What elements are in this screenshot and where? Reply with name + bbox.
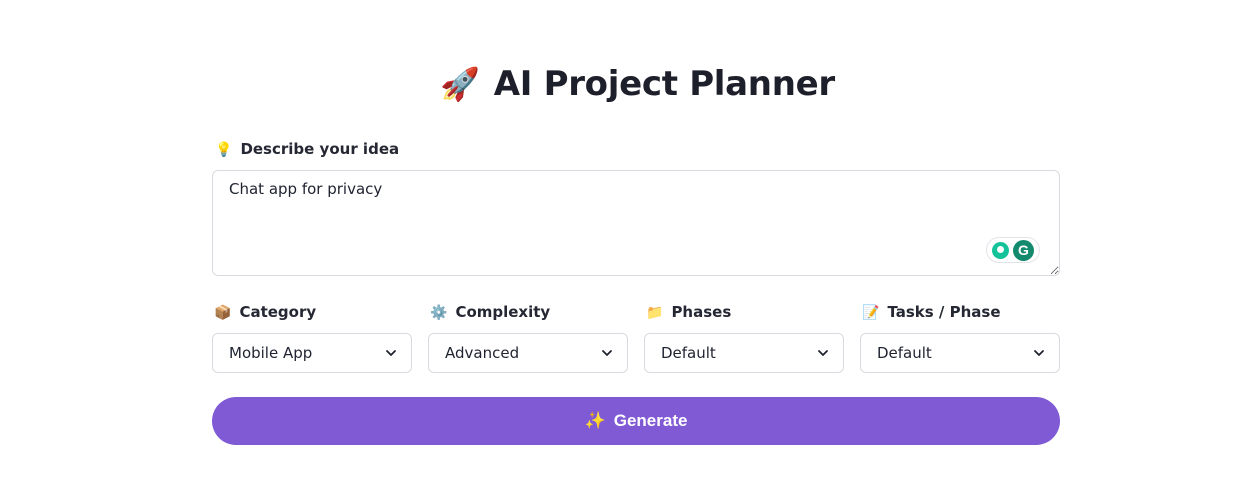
- package-icon: 📦: [214, 305, 232, 321]
- phases-value: Default: [661, 344, 716, 362]
- tasks-value: Default: [877, 344, 932, 362]
- chevron-down-icon: [602, 350, 612, 356]
- category-label-text: Category: [239, 303, 317, 321]
- idea-label: 💡 Describe your idea: [215, 138, 1060, 160]
- complexity-label-text: Complexity: [455, 303, 551, 321]
- tasks-label: 📝 Tasks / Phase: [862, 301, 1060, 323]
- folder-icon: 📁: [646, 305, 664, 321]
- idea-textarea-wrap: Chat app for privacy G: [212, 170, 1060, 276]
- phases-field: 📁 Phases Default: [644, 301, 844, 373]
- category-value: Mobile App: [229, 344, 313, 362]
- complexity-field: ⚙️ Complexity Advanced: [428, 301, 628, 373]
- phases-select[interactable]: Default: [644, 333, 844, 373]
- complexity-value: Advanced: [445, 344, 520, 362]
- idea-label-text: Describe your idea: [240, 140, 400, 158]
- idea-textarea[interactable]: Chat app for privacy: [212, 170, 1060, 276]
- grammarly-bulb-icon[interactable]: [992, 241, 1009, 259]
- grammarly-logo-icon[interactable]: G: [1013, 239, 1034, 261]
- generate-button[interactable]: ✨ Generate: [212, 397, 1060, 445]
- tasks-label-text: Tasks / Phase: [887, 303, 1001, 321]
- category-select[interactable]: Mobile App: [212, 333, 412, 373]
- options-row: 📦 Category Mobile App ⚙️ Complexity Advanc…: [212, 301, 1060, 373]
- category-label: 📦 Category: [214, 301, 412, 323]
- planner-form: 💡 Describe your idea Chat app for privacy…: [212, 138, 1060, 445]
- rocket-icon: 🚀: [440, 65, 480, 103]
- complexity-label: ⚙️ Complexity: [430, 301, 628, 323]
- generate-label: Generate: [613, 411, 688, 430]
- complexity-select[interactable]: Advanced: [428, 333, 628, 373]
- lightbulb-icon: 💡: [215, 142, 233, 158]
- tasks-select[interactable]: Default: [860, 333, 1060, 373]
- chevron-down-icon: [386, 350, 396, 356]
- chevron-down-icon: [818, 350, 828, 356]
- page-title: 🚀 AI Project Planner: [0, 62, 1255, 106]
- phases-label: 📁 Phases: [646, 301, 844, 323]
- gear-icon: ⚙️: [430, 305, 448, 321]
- tasks-field: 📝 Tasks / Phase Default: [860, 301, 1060, 373]
- sparkles-icon: ✨: [584, 411, 606, 430]
- memo-icon: 📝: [862, 305, 880, 321]
- grammarly-widget[interactable]: G: [986, 237, 1040, 263]
- chevron-down-icon: [1034, 350, 1044, 356]
- page: 🚀 AI Project Planner 💡 Describe your idea …: [0, 0, 1255, 485]
- category-field: 📦 Category Mobile App: [212, 301, 412, 373]
- page-title-text: AI Project Planner: [493, 64, 835, 104]
- phases-label-text: Phases: [671, 303, 732, 321]
